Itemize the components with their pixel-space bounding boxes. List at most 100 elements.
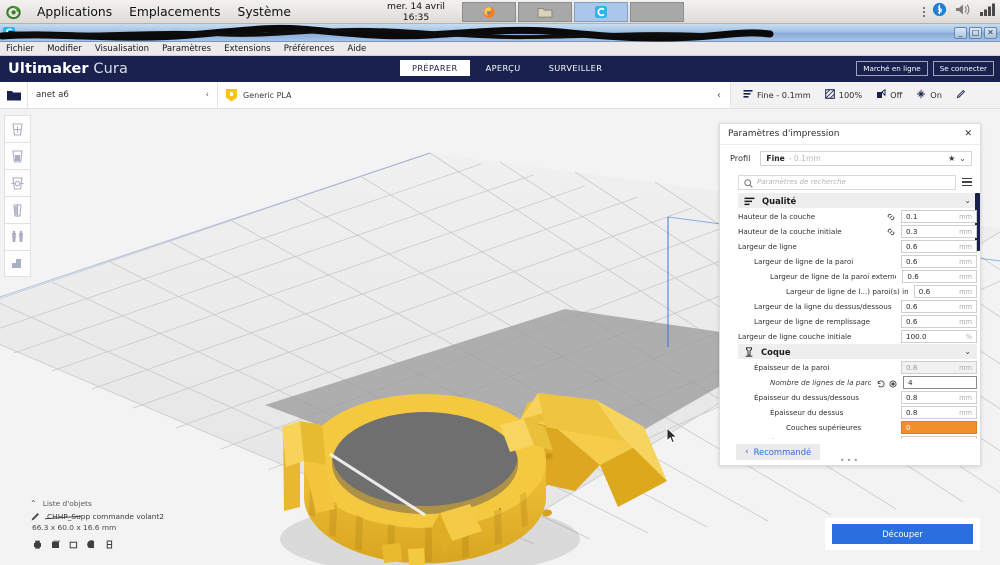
category-qualite[interactable]: Qualité ⌄ <box>738 193 977 208</box>
setting-row[interactable]: Épaisseur de la paroi 0.8 mm <box>738 360 977 375</box>
tab-preparer[interactable]: PRÉPARER <box>400 60 470 76</box>
rotate-tool[interactable] <box>4 169 31 196</box>
setting-row-modified[interactable]: Nombre de lignes de la paroi 4 <box>738 375 977 390</box>
menu-visualisation[interactable]: Visualisation <box>95 44 149 54</box>
menu-fichier[interactable]: Fichier <box>6 44 34 54</box>
setting-row[interactable]: Largeur de ligne de remplissage 0.6 mm <box>738 314 977 329</box>
menu-modifier[interactable]: Modifier <box>47 44 82 54</box>
settings-search-box[interactable] <box>738 174 956 190</box>
chip-support[interactable]: Off <box>870 88 908 101</box>
open-file-button[interactable] <box>0 82 28 108</box>
setting-row[interactable]: Épaisseur du dessus 0.8 mm <box>738 405 977 420</box>
menu-emplacements[interactable]: Emplacements <box>127 4 222 20</box>
setting-row[interactable]: Largeur de ligne 0.6 mm <box>738 239 977 254</box>
setting-row[interactable]: Largeur de ligne de la paroi externe 0.6… <box>738 269 977 284</box>
tab-apercu[interactable]: APERÇU <box>474 60 533 76</box>
menu-aide[interactable]: Aide <box>347 44 366 54</box>
category-coque[interactable]: Coque ⌄ <box>738 344 977 359</box>
task-empty[interactable] <box>630 2 684 22</box>
task-cura[interactable] <box>574 2 628 22</box>
bluetooth-icon[interactable] <box>932 2 947 21</box>
setting-value-input[interactable]: 0.8 mm <box>901 391 977 404</box>
material-selector[interactable]: Generic PLA <box>218 82 708 108</box>
chevron-down-icon[interactable]: ⌄ <box>964 196 971 205</box>
menu-preferences[interactable]: Préférences <box>284 44 335 54</box>
setting-value-input[interactable]: 0.3 mm <box>901 225 977 238</box>
settings-collapse-button[interactable]: ‹ <box>708 82 730 108</box>
chevron-down-icon[interactable]: ⌄ <box>964 347 971 356</box>
object-list-item[interactable]: CHHP_Supp commande volant2 <box>30 510 200 523</box>
printer-selector[interactable]: anet a6 ‹ <box>28 82 218 108</box>
setting-row[interactable]: Épaisseur du dessous 0.8 mm <box>738 435 977 439</box>
setting-value-input[interactable]: 4 <box>902 376 977 389</box>
volume-icon[interactable] <box>954 2 972 21</box>
box-icon[interactable] <box>50 535 61 554</box>
task-firefox[interactable] <box>462 2 516 22</box>
setting-row[interactable]: Largeur de la ligne du dessus/dessous 0.… <box>738 299 977 314</box>
cube-icon[interactable] <box>68 535 79 554</box>
setting-value-input[interactable]: 0.8 mm <box>901 361 977 374</box>
mirror-tool[interactable] <box>4 196 31 223</box>
setting-value-input[interactable]: 0.6 mm <box>901 300 977 313</box>
support-blocker-tool[interactable] <box>4 250 31 277</box>
setting-row-warning[interactable]: Couches supérieures 0 <box>738 420 977 435</box>
setting-value-input[interactable]: 0.6 mm <box>901 255 977 268</box>
slice-button[interactable]: Découper <box>832 524 973 544</box>
link-icon[interactable] <box>887 213 898 221</box>
setting-value-input[interactable]: 0.8 mm <box>901 436 977 439</box>
setting-value-input[interactable]: 0.6 mm <box>901 315 977 328</box>
window-title-bar[interactable]: C Cura _ □ ✕ <box>0 24 1000 42</box>
chevron-down-icon[interactable]: ⌄ <box>959 154 966 163</box>
search-input[interactable] <box>757 178 950 186</box>
setting-value-input[interactable]: 0.6 mm <box>913 285 977 298</box>
profile-dropdown[interactable]: Fine - 0.1mm ★ ⌄ <box>760 150 972 166</box>
setting-value-input[interactable]: 0.6 mm <box>902 270 977 283</box>
link-icon[interactable] <box>887 228 898 236</box>
sphere-icon[interactable] <box>86 535 97 554</box>
maximize-button[interactable]: □ <box>969 26 982 39</box>
recommended-button[interactable]: ‹ Recommandé <box>736 444 821 460</box>
setting-row[interactable]: Largeur de ligne de l...) paroi(s) inter… <box>738 284 977 299</box>
revert-icon[interactable] <box>877 373 885 392</box>
menu-parametres[interactable]: Paramètres <box>162 44 211 54</box>
setting-row[interactable]: Hauteur de la couche initiale 0.3 mm <box>738 224 977 239</box>
setting-value-input[interactable]: 100.0 % <box>901 330 977 343</box>
setting-value-input[interactable]: 0.8 mm <box>901 406 977 419</box>
hamburger-icon[interactable] <box>962 177 972 187</box>
setting-unit: mm <box>959 408 972 417</box>
signal-icon[interactable] <box>979 2 996 21</box>
object-list-header[interactable]: ⌃ Liste d'objets <box>30 497 200 510</box>
resize-grip-icon[interactable]: ••• <box>840 457 860 465</box>
menu-applications[interactable]: Applications <box>35 4 114 20</box>
task-files[interactable] <box>518 2 572 22</box>
close-button[interactable]: ✕ <box>984 26 997 39</box>
panel-clock[interactable]: mer. 14 avril 16:35 <box>374 0 458 24</box>
chip-edit[interactable] <box>950 89 972 101</box>
setting-row[interactable]: Épaisseur du dessus/dessous 0.8 mm <box>738 390 977 405</box>
star-icon[interactable]: ★ <box>948 154 955 163</box>
setting-row[interactable]: Hauteur de la couche 0.1 mm <box>738 209 977 224</box>
category-coque-label: Coque <box>761 346 791 357</box>
setting-value-input[interactable]: 0 <box>901 421 977 434</box>
setting-row[interactable]: Largeur de ligne de la paroi 0.6 mm <box>738 254 977 269</box>
close-icon[interactable]: ✕ <box>964 129 972 139</box>
marketplace-button[interactable]: Marché en ligne <box>856 61 928 76</box>
slice-icon[interactable] <box>104 535 115 554</box>
menu-extensions[interactable]: Extensions <box>224 44 271 54</box>
setting-row[interactable]: Largeur de ligne couche initiale 100.0 % <box>738 329 977 344</box>
menu-systeme[interactable]: Système <box>236 4 293 20</box>
scale-tool[interactable] <box>4 142 31 169</box>
move-tool[interactable] <box>4 115 31 142</box>
chip-adhesion[interactable]: On <box>910 89 948 101</box>
per-model-settings-tool[interactable] <box>4 223 31 250</box>
tab-surveiller[interactable]: SURVEILLER <box>537 60 615 76</box>
signin-button[interactable]: Se connecter <box>932 61 994 76</box>
setting-value-input[interactable]: 0.1 mm <box>901 210 977 223</box>
setting-value-input[interactable]: 0.6 mm <box>901 240 977 253</box>
settings-scroll-area[interactable]: Qualité ⌄ Hauteur de la couche 0.1 mm Ha… <box>720 193 980 439</box>
chip-profile[interactable]: Fine - 0.1mm <box>737 89 817 101</box>
chip-infill[interactable]: 100% <box>819 89 868 101</box>
minimize-button[interactable]: _ <box>954 26 967 39</box>
printer-icon[interactable] <box>32 535 43 554</box>
profile-dot-icon[interactable] <box>889 373 897 392</box>
